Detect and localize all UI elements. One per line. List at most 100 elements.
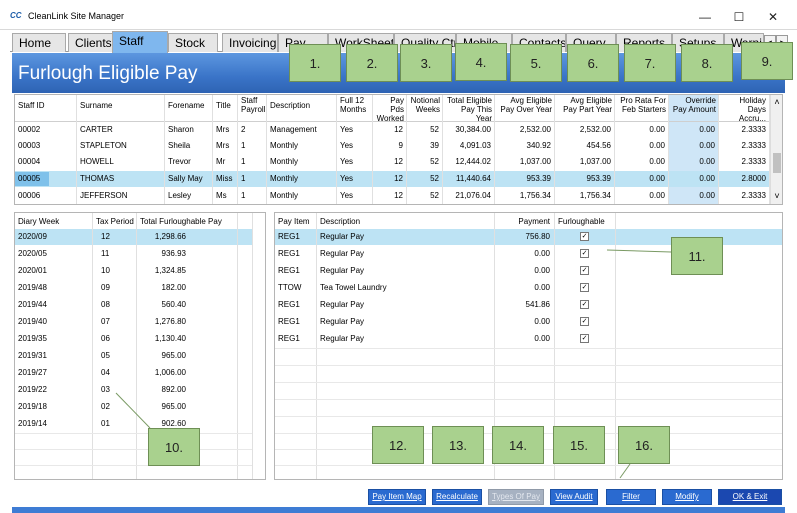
cell-override[interactable]: 0.00 xyxy=(669,122,718,138)
table-row[interactable]: 00004 HOWELL Trevor Mr 1 Monthly Yes 12 … xyxy=(15,154,770,170)
cell-diary-week: 2020/09 xyxy=(18,232,47,241)
col-header-holiday-days[interactable]: Holiday Days Accru... xyxy=(719,96,769,123)
vertical-scrollbar[interactable]: ˄ ˅ xyxy=(770,95,782,204)
table-row[interactable]: 00002 CARTER Sharon Mrs 2 Management Yes… xyxy=(15,122,770,138)
table-row[interactable]: 2019/31 05 965.00 xyxy=(15,348,252,364)
col-header-pay-pds-worked[interactable]: Pay Pds Worked xyxy=(373,96,407,123)
cell-avg-part-year: 2,532.00 xyxy=(579,125,611,134)
table-row-selected[interactable]: 00005 THOMAS Sally May Miss 1 Monthly Ye… xyxy=(15,171,770,187)
cell-total-eligible: 11,440.64 xyxy=(456,174,491,183)
pay-item-map-button[interactable]: Pay Item Map xyxy=(368,489,426,505)
cell-tax-period: 09 xyxy=(101,283,110,292)
cell-surname: HOWELL xyxy=(80,157,114,166)
col-header-diary-week[interactable]: Diary Week xyxy=(15,217,91,226)
table-row[interactable]: TTOW Tea Towel Laundry 0.00 ✓ xyxy=(275,280,782,296)
col-header-notional-weeks[interactable]: Notional Weeks xyxy=(407,96,443,114)
furloughable-checkbox[interactable]: ✓ xyxy=(580,266,589,275)
table-row[interactable]: 2020/01 10 1,324.85 xyxy=(15,263,252,279)
cell-pay-pds: 12 xyxy=(394,191,403,200)
maximize-button[interactable]: ☐ xyxy=(724,8,754,26)
furloughable-checkbox[interactable]: ✓ xyxy=(580,334,589,343)
col-header-avg-pay-part-year[interactable]: Avg Eligible Pay Part Year xyxy=(555,96,615,114)
col-header-staff-payroll[interactable]: Staff Payroll xyxy=(238,96,268,114)
furloughable-checkbox[interactable]: ✓ xyxy=(580,249,589,258)
table-row[interactable]: REG1 Regular Pay 0.00 ✓ xyxy=(275,314,782,330)
diary-week-grid: Diary Week Tax Period Total Furloughable… xyxy=(14,212,266,480)
col-header-title[interactable]: Title xyxy=(213,101,237,110)
col-header-forename[interactable]: Forename xyxy=(165,101,211,110)
col-header-surname[interactable]: Surname xyxy=(77,101,163,110)
cell-full-12: Yes xyxy=(340,174,354,183)
cell-payroll: 1 xyxy=(241,174,246,183)
furloughable-checkbox[interactable]: ✓ xyxy=(580,300,589,309)
cell-override[interactable]: 0.00 xyxy=(669,138,718,154)
col-header-staff-id[interactable]: Staff ID xyxy=(15,101,75,110)
cell-payment: 0.00 xyxy=(534,334,550,343)
col-header-furloughable[interactable]: Furloughable xyxy=(555,217,615,226)
recalculate-button[interactable]: Recalculate xyxy=(432,489,482,505)
scroll-up-icon[interactable]: ˄ xyxy=(771,97,782,107)
col-header-pro-rata-feb[interactable]: Pro Rata For Feb Starters xyxy=(615,96,669,114)
grid-line xyxy=(275,382,782,383)
col-header-full-12-months[interactable]: Full 12 Months xyxy=(337,96,373,114)
table-row[interactable]: 2020/05 11 936.93 xyxy=(15,246,252,262)
table-row[interactable]: 00003 STAPLETON Sheila Mrs 1 Monthly Yes… xyxy=(15,138,770,154)
table-row[interactable]: 2019/18 02 965.00 xyxy=(15,399,252,415)
minimize-button[interactable]: — xyxy=(690,8,720,26)
cell-tax-period: 07 xyxy=(101,317,110,326)
table-row[interactable]: REG1 Regular Pay 0.00 ✓ xyxy=(275,331,782,347)
view-audit-button[interactable]: View Audit xyxy=(550,489,598,505)
scroll-down-icon[interactable]: ˅ xyxy=(771,191,782,201)
table-row[interactable]: 2019/44 08 560.40 xyxy=(15,297,252,313)
col-header-payment[interactable]: Payment xyxy=(495,217,553,226)
cell-override[interactable]: 0.00 xyxy=(669,171,718,187)
types-of-pay-button[interactable]: Types Of Pay xyxy=(488,489,544,505)
tab-staff[interactable]: Staff xyxy=(112,31,168,53)
col-header-avg-pay-over-year[interactable]: Avg Eligible Pay Over Year xyxy=(495,96,555,114)
cell-pay-pds: 9 xyxy=(398,141,403,150)
cell-total-furloughable: 1,130.40 xyxy=(154,334,186,343)
table-row[interactable]: 2019/35 06 1,130.40 xyxy=(15,331,252,347)
cell-title: Mr xyxy=(216,157,226,166)
scrollbar-thumb[interactable] xyxy=(773,153,781,173)
table-row[interactable]: 00006 JEFFERSON Lesley Ms 1 Monthly Yes … xyxy=(15,188,770,204)
col-header-description[interactable]: Description xyxy=(317,217,467,226)
table-row[interactable]: 2019/22 03 892.00 xyxy=(15,382,252,398)
table-row[interactable]: 2019/48 09 182.00 xyxy=(15,280,252,296)
col-header-tax-period[interactable]: Tax Period xyxy=(93,217,135,226)
modify-button[interactable]: Modify xyxy=(662,489,712,505)
cell-override[interactable]: 0.00 xyxy=(669,154,718,170)
table-row[interactable]: 2019/14 01 902.60 xyxy=(15,416,252,432)
title-bar: CC CleanLink Site Manager — ☐ ✕ xyxy=(0,0,797,30)
table-row[interactable]: 2020/09 12 1,298.66 xyxy=(15,229,252,245)
table-row[interactable]: 2019/27 04 1,006.00 xyxy=(15,365,252,381)
furloughable-checkbox[interactable]: ✓ xyxy=(580,283,589,292)
filter-button[interactable]: Filter xyxy=(606,489,656,505)
callout-11: 11. xyxy=(671,237,723,275)
cell-holiday: 2.8000 xyxy=(741,174,766,183)
col-header-total-eligible-pay[interactable]: Total Eligible Pay This Year xyxy=(443,96,495,123)
cell-pro-rata: 0.00 xyxy=(649,125,665,134)
cell-total-furloughable: 892.00 xyxy=(161,385,186,394)
col-header-pay-item[interactable]: Pay Item xyxy=(275,217,315,226)
tab-invoicing[interactable]: Invoicing xyxy=(222,33,278,52)
table-row[interactable]: 2019/40 07 1,276.80 xyxy=(15,314,252,330)
furloughable-checkbox[interactable]: ✓ xyxy=(580,232,589,241)
cell-surname: CARTER xyxy=(80,125,113,134)
ok-exit-button[interactable]: OK & Exit xyxy=(718,489,782,505)
cell-forename: Sharon xyxy=(168,125,194,134)
col-header-override-pay[interactable]: Override Pay Amount xyxy=(669,96,719,114)
cell-description: Regular Pay xyxy=(320,317,365,326)
cell-override[interactable]: 0.00 xyxy=(669,188,718,204)
col-header-total-furloughable[interactable]: Total Furloughable Pay xyxy=(137,217,237,226)
col-header-description[interactable]: Description xyxy=(267,101,337,110)
tab-home[interactable]: Home xyxy=(12,33,66,52)
cell-description: Monthly xyxy=(270,141,299,150)
close-button[interactable]: ✕ xyxy=(758,8,788,26)
tab-stock[interactable]: Stock xyxy=(168,33,218,52)
cell-tax-period: 06 xyxy=(101,334,110,343)
callout-13: 13. xyxy=(432,426,484,464)
cell-surname: JEFFERSON xyxy=(80,191,128,200)
furloughable-checkbox[interactable]: ✓ xyxy=(580,317,589,326)
table-row[interactable]: REG1 Regular Pay 541.86 ✓ xyxy=(275,297,782,313)
